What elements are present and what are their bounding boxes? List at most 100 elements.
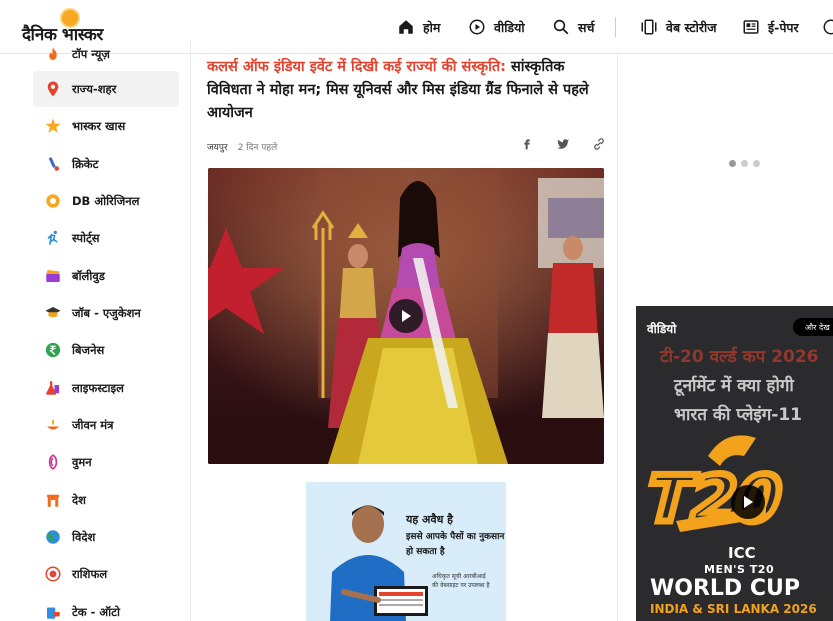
sidebar-item[interactable]: वुमन: [33, 444, 179, 480]
article-headline[interactable]: कलर्स ऑफ इंडिया इवेंट में दिखी कई राज्यो…: [207, 56, 607, 125]
facebook-icon[interactable]: [519, 136, 535, 152]
sidebar-item-label: राज्य-शहर: [72, 81, 117, 96]
tech-icon: [47, 607, 60, 619]
rupee-icon: [45, 342, 61, 358]
article-hero-video[interactable]: [208, 168, 604, 464]
ad-subtitle: इससे आपके पैसों का नुकसान हो सकता है: [406, 532, 505, 557]
rbi-advertisement[interactable]: यह अवैध है इससे आपके पैसों का नुकसान हो …: [306, 482, 506, 621]
video-icc-text: ICC: [728, 544, 756, 562]
sidebar-item-label: DB ओरिजिनल: [72, 193, 140, 208]
sidebar-item-label: विदेश: [72, 529, 96, 544]
video-title-line1: टी-20 वर्ल्ड कप 2026: [660, 347, 819, 367]
sidebar-item-label: टॉप न्यूज़: [72, 46, 110, 61]
sidebar-item[interactable]: DB ओरिजिनल: [33, 183, 179, 219]
carousel-dot[interactable]: [753, 160, 760, 167]
nav-web-stories[interactable]: वेब स्टोरीज: [640, 15, 716, 39]
sidebar-item[interactable]: देश: [33, 482, 179, 518]
newspaper-icon: [743, 20, 759, 34]
nav-home-label: होम: [423, 19, 441, 35]
nav-epaper-label: ई-पेपर: [768, 19, 799, 35]
sidebar-item-label: बिजनेस: [72, 342, 105, 357]
column-divider: [617, 54, 618, 621]
search-icon: [553, 19, 569, 35]
video-card-label: वीडियो: [647, 322, 677, 336]
sidebar-item[interactable]: बॉलीवुड: [33, 258, 179, 294]
video-card-play-button[interactable]: [731, 485, 765, 519]
sidebar-item[interactable]: टॉप न्यूज़: [33, 36, 179, 72]
article: कलर्स ऑफ इंडिया इवेंट में दिखी कई राज्यो…: [207, 54, 607, 464]
sidebar-item-label: टेक - ऑटो: [72, 604, 120, 619]
sidebar-item[interactable]: राज्य-शहर: [33, 71, 179, 107]
sidebar-item-label: जीवन मंत्र: [72, 417, 114, 432]
ad-small-text: अधिकृत सूची आरबीआई की वेबसाइट पर उपलब्ध …: [432, 573, 490, 589]
sidebar-item-label: देश: [72, 492, 86, 507]
sidebar: टॉप न्यूज़ राज्य-शहर भास्कर खास क्रिकेट DB ओ…: [33, 40, 191, 621]
play-icon: [744, 496, 753, 508]
cricket-icon: [48, 157, 59, 171]
carousel-dot[interactable]: [741, 160, 748, 167]
sidebar-item-label: लाइफस्टाइल: [72, 380, 124, 395]
carousel-dot[interactable]: [729, 160, 736, 167]
nav-web-stories-label: वेब स्टोरीज: [666, 19, 717, 35]
globe-icon: [46, 530, 60, 544]
sidebar-item-label: राशिफल: [72, 566, 108, 581]
fire-icon: [49, 47, 57, 60]
ad-title: यह अवैध है: [406, 513, 454, 526]
sidebar-item-label: जॉब - एजुकेशन: [72, 305, 141, 320]
db-original-icon: [46, 194, 60, 208]
sidebar-item[interactable]: टेक - ऑटो: [33, 594, 179, 621]
nav-divider: [615, 17, 616, 37]
article-time: 2 दिन पहले: [237, 143, 278, 153]
sidebar-item-label: स्पोर्ट्स: [72, 230, 100, 245]
video-host-text: INDIA & SRI LANKA 2026: [650, 602, 817, 616]
svg-text:T20: T20: [638, 463, 789, 537]
nav-epaper[interactable]: ई-पेपर: [742, 15, 799, 39]
play-circle-icon: [469, 19, 485, 35]
sidebar-item[interactable]: क्रिकेट: [33, 146, 179, 182]
article-city[interactable]: जयपुर: [207, 140, 228, 153]
star-icon: [45, 118, 61, 133]
nav-home[interactable]: होम: [397, 15, 440, 39]
sidebar-item[interactable]: जीवन मंत्र: [33, 407, 179, 443]
stories-icon: [641, 19, 657, 35]
video-card[interactable]: T20 वीडियो और देख टी-20 वर्ल्ड कप 2026 ट…: [636, 306, 833, 621]
clapperboard-icon: [46, 270, 60, 282]
graduation-cap-icon: [45, 307, 61, 318]
twitter-icon[interactable]: [555, 136, 571, 152]
sidebar-item[interactable]: जॉब - एजुकेशन: [33, 295, 179, 331]
home-icon: [399, 20, 413, 34]
zodiac-icon: [45, 566, 61, 582]
video-title-line2: टूर्नामेंट में क्या होगी: [674, 376, 794, 396]
account-icon: [823, 19, 833, 35]
nav-video-label: वीडियो: [494, 19, 525, 35]
sidebar-item[interactable]: राशिफल: [33, 556, 179, 592]
sidebar-item-label: क्रिकेट: [72, 156, 99, 171]
india-gate-icon: [47, 494, 59, 507]
video-more-button[interactable]: और देख: [793, 318, 833, 336]
sidebar-item[interactable]: विदेश: [33, 519, 179, 555]
sidebar-item[interactable]: बिजनेस: [33, 332, 179, 368]
nav-more[interactable]: [822, 15, 833, 39]
sidebar-item-label: बॉलीवुड: [72, 268, 105, 283]
location-pin-icon: [47, 81, 59, 97]
video-mens-text: MEN'S T20: [704, 563, 775, 576]
women-icon: [48, 454, 58, 470]
video-title-line3: भारत की प्लेइंग-11: [674, 405, 802, 425]
video-worldcup-text: WORLD CUP: [650, 576, 800, 601]
sidebar-item-label: वुमन: [72, 454, 92, 469]
nav-search-label: सर्च: [578, 19, 595, 35]
sidebar-item[interactable]: लाइफस्टाइल: [33, 370, 179, 406]
video-play-button[interactable]: [389, 299, 423, 333]
lifestyle-icon: [46, 381, 59, 395]
nav-video[interactable]: वीडियो: [468, 15, 525, 39]
sidebar-item[interactable]: स्पोर्ट्स: [33, 220, 179, 256]
headline-highlight: कलर्स ऑफ इंडिया इवेंट में दिखी कई राज्यो…: [207, 59, 506, 75]
article-meta: जयपुर 2 दिन पहले: [207, 140, 277, 153]
sidebar-item[interactable]: भास्कर खास: [33, 108, 179, 144]
nav-search[interactable]: सर्च: [552, 15, 594, 39]
play-icon: [402, 310, 411, 322]
diya-icon: [47, 419, 59, 430]
share-bar: [519, 136, 607, 152]
carousel-dots: [729, 160, 760, 167]
link-icon[interactable]: [591, 136, 607, 152]
